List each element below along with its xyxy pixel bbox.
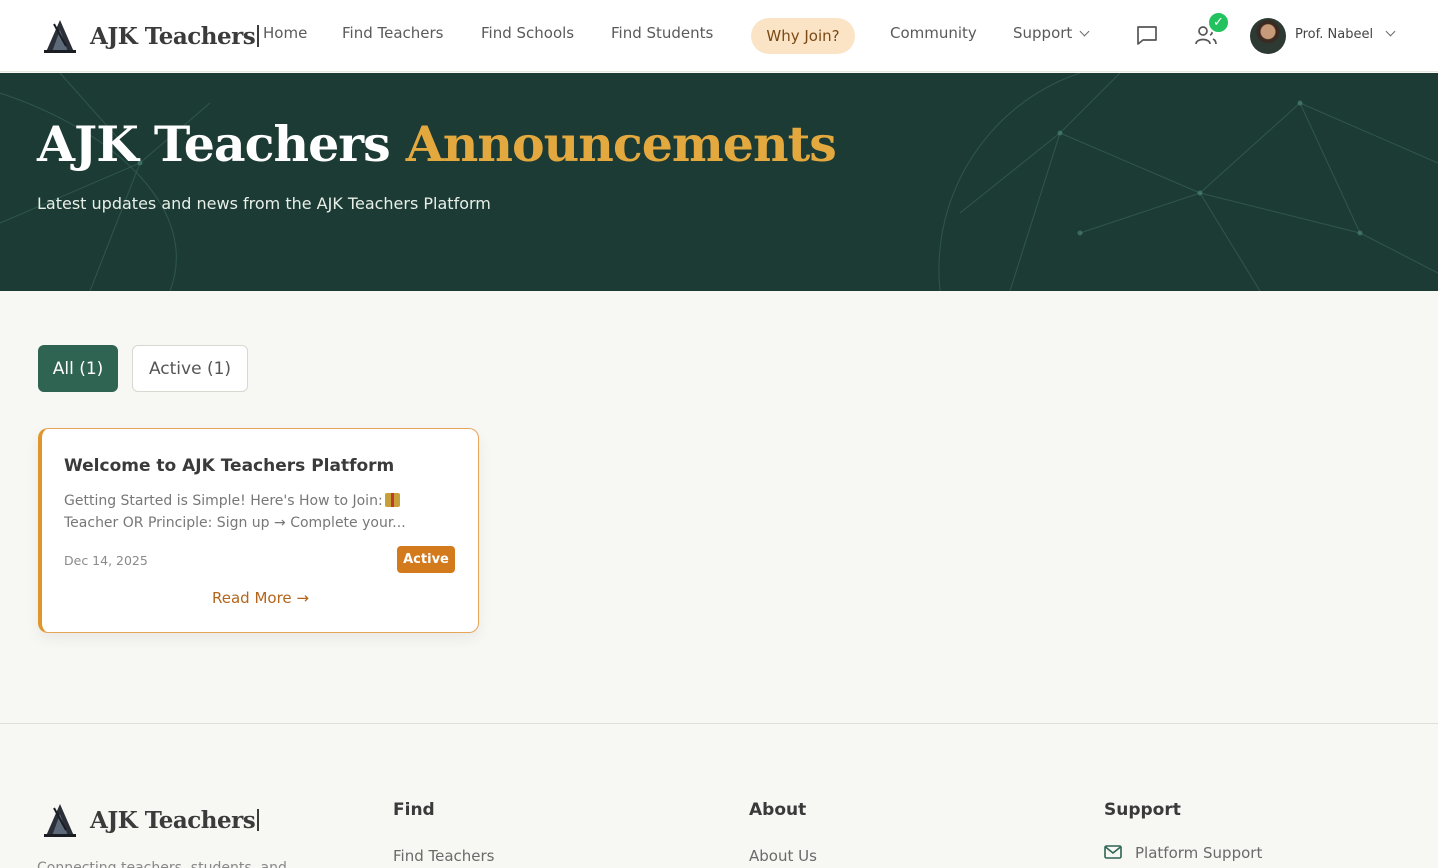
- nav-support[interactable]: Support: [1013, 24, 1090, 42]
- announcement-excerpt: Getting Started is Simple! Here's How to…: [64, 490, 434, 534]
- logo-text: AJK Teachers: [90, 22, 256, 50]
- excerpt-line-1: Getting Started is Simple! Here's How to…: [64, 490, 434, 512]
- announcement-title: Welcome to AJK Teachers Platform: [64, 456, 395, 476]
- hero-banner: AJK Teachers Announcements Latest update…: [0, 73, 1438, 291]
- footer-about-heading: About: [749, 800, 807, 820]
- nav-find-teachers[interactable]: Find Teachers: [342, 24, 444, 42]
- announcement-card[interactable]: Welcome to AJK Teachers Platform Getting…: [38, 428, 479, 633]
- avatar[interactable]: [1250, 18, 1286, 54]
- footer-support-heading: Support: [1104, 800, 1181, 820]
- filter-active-button[interactable]: Active (1): [132, 345, 248, 392]
- nav-find-students[interactable]: Find Students: [611, 24, 713, 42]
- nav-support-label: Support: [1013, 24, 1073, 42]
- message-icon[interactable]: [1134, 22, 1160, 48]
- page-title-accent: Announcements: [405, 115, 837, 173]
- user-menu[interactable]: Prof. Nabeel: [1295, 26, 1396, 42]
- footer-logo[interactable]: AJK Teachers: [40, 800, 260, 840]
- footer-link-find-teachers[interactable]: Find Teachers: [393, 847, 495, 865]
- chevron-down-icon: [1385, 26, 1396, 37]
- user-name: Prof. Nabeel: [1295, 27, 1374, 42]
- footer-link-about-us[interactable]: About Us: [749, 847, 817, 865]
- top-navbar: AJK Teachers Home Find Teachers Find Sch…: [0, 0, 1438, 72]
- excerpt-text-1: Getting Started is Simple! Here's How to…: [64, 493, 383, 509]
- footer-tagline: Connecting teachers, students, and: [37, 860, 287, 868]
- nav-why-join[interactable]: Why Join?: [751, 18, 855, 54]
- logo-icon: [44, 20, 76, 53]
- page-subtitle: Latest updates and news from the AJK Tea…: [37, 194, 491, 213]
- nav-find-schools[interactable]: Find Schools: [481, 24, 574, 42]
- gift-icon: [384, 493, 400, 507]
- logo-caret: [257, 25, 260, 47]
- announcement-date: Dec 14, 2025: [64, 553, 148, 568]
- footer-logo-text: AJK Teachers: [90, 806, 256, 834]
- filter-all-button[interactable]: All (1): [38, 345, 118, 392]
- footer: AJK Teachers Connecting teachers, studen…: [0, 723, 1438, 868]
- check-icon: ✓: [1207, 11, 1230, 34]
- mail-icon: [1104, 845, 1122, 859]
- page-title-main: AJK Teachers: [37, 115, 391, 173]
- logo-caret: [257, 809, 260, 831]
- footer-link-platform-support[interactable]: Platform Support: [1135, 844, 1262, 862]
- nav-community[interactable]: Community: [890, 24, 977, 42]
- logo-icon: [44, 804, 76, 837]
- page-title: AJK Teachers Announcements: [37, 115, 837, 173]
- read-more-link[interactable]: Read More →: [42, 589, 479, 607]
- footer-find-heading: Find: [393, 800, 435, 820]
- excerpt-line-2: Teacher OR Principle: Sign up → Complete…: [64, 515, 406, 531]
- chevron-down-icon: [1079, 26, 1090, 37]
- site-logo[interactable]: AJK Teachers: [40, 16, 260, 56]
- status-badge: Active: [397, 546, 455, 573]
- nav-home[interactable]: Home: [263, 24, 307, 42]
- network-background: [0, 73, 1438, 291]
